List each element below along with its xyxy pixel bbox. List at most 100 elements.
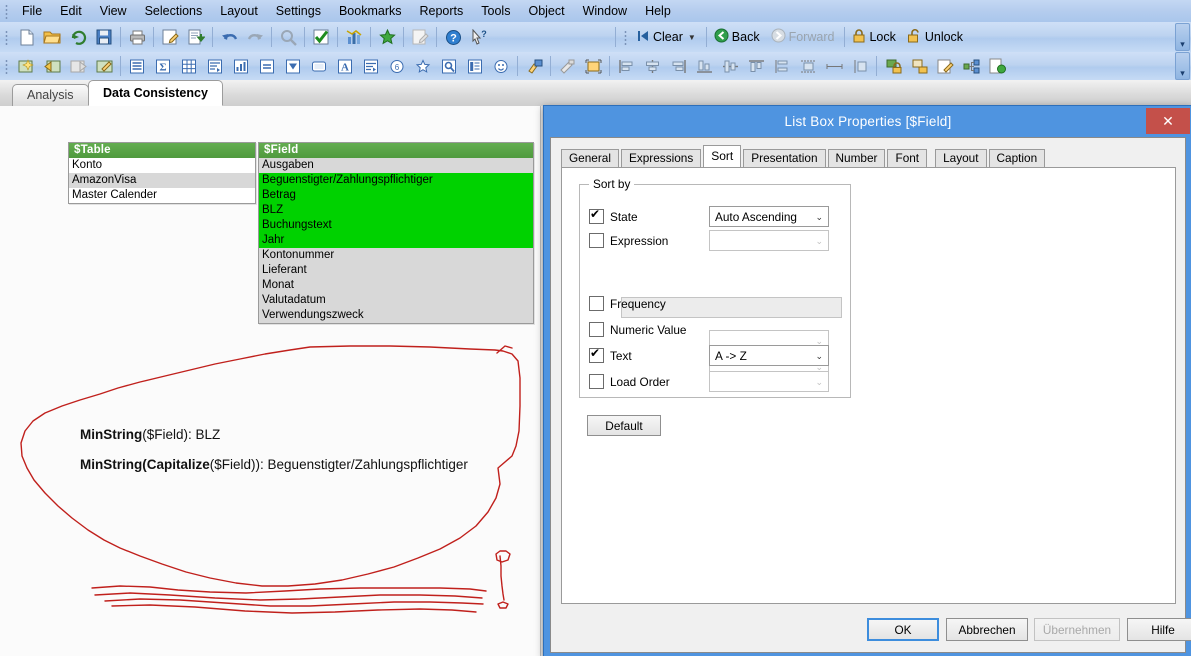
menu-help[interactable]: Help <box>636 2 680 20</box>
list-box-icon[interactable] <box>125 54 149 78</box>
text-object-icon[interactable]: A <box>333 54 357 78</box>
context-help-icon[interactable]: ? <box>467 25 491 49</box>
chevron-down-icon[interactable]: ▼ <box>688 33 696 42</box>
undo-icon[interactable] <box>217 25 241 49</box>
save-icon[interactable] <box>92 25 116 49</box>
list-box-table[interactable]: $Table Konto AmazonVisa Master Calender <box>68 142 256 204</box>
list-box-field[interactable]: $Field Ausgaben Beguenstigter/Zahlungspf… <box>258 142 534 324</box>
edit-script-icon[interactable] <box>158 25 182 49</box>
tab-sort[interactable]: Sort <box>703 145 742 167</box>
menu-file[interactable]: File <box>13 2 51 20</box>
combo-sort-state[interactable]: Auto Ascending ⌄ <box>709 206 829 227</box>
list-item[interactable]: Valutadatum <box>259 293 533 308</box>
tab-font[interactable]: Font <box>887 149 928 167</box>
align-center-v-icon[interactable] <box>718 54 742 78</box>
menu-reports[interactable]: Reports <box>411 2 473 20</box>
container-icon[interactable] <box>463 54 487 78</box>
design-toolbar-overflow-button[interactable]: ▾ <box>1175 52 1190 80</box>
bookmark-star-icon[interactable] <box>375 25 399 49</box>
table-box-icon[interactable] <box>177 54 201 78</box>
list-item[interactable]: AmazonVisa <box>69 173 255 188</box>
list-item[interactable]: Konto <box>69 158 255 173</box>
list-item[interactable]: Master Calender <box>69 188 255 203</box>
selections-toolbar-grip[interactable] <box>622 29 630 45</box>
slider-calendar-icon[interactable]: 6 <box>385 54 409 78</box>
align-right-icon[interactable] <box>666 54 690 78</box>
bookmark-object-icon[interactable] <box>411 54 435 78</box>
menu-view[interactable]: View <box>91 2 136 20</box>
menu-edit[interactable]: Edit <box>51 2 91 20</box>
line-arrow-object-icon[interactable] <box>359 54 383 78</box>
menu-tools[interactable]: Tools <box>472 2 519 20</box>
menu-bookmarks[interactable]: Bookmarks <box>330 2 411 20</box>
reload-icon[interactable] <box>66 25 90 49</box>
fit-zoom-icon[interactable] <box>581 54 605 78</box>
unlock-button[interactable]: Unlock <box>903 26 970 48</box>
checkbox-sort-numeric-value[interactable] <box>589 322 604 337</box>
align-bottom-icon[interactable] <box>692 54 716 78</box>
chart-icon[interactable] <box>342 25 366 49</box>
menu-window[interactable]: Window <box>574 2 636 20</box>
checkbox-sort-text[interactable] <box>589 346 604 363</box>
list-item[interactable]: BLZ <box>259 203 533 218</box>
search-icon[interactable] <box>276 25 300 49</box>
combo-sort-load-order[interactable]: ⌄ <box>709 371 829 392</box>
search-object-icon[interactable] <box>437 54 461 78</box>
tab-caption[interactable]: Caption <box>988 149 1046 167</box>
checkbox-sort-frequency[interactable] <box>589 296 604 311</box>
align-left-icon[interactable] <box>614 54 638 78</box>
notes-icon[interactable] <box>408 25 432 49</box>
lock-button[interactable]: Lock <box>848 26 902 48</box>
list-item[interactable]: Betrag <box>259 188 533 203</box>
statistics-box-icon[interactable]: Σ <box>151 54 175 78</box>
toolbar-overflow-button[interactable]: ▾ <box>1175 23 1190 51</box>
edit-module-icon[interactable] <box>933 54 957 78</box>
custom-object-icon[interactable] <box>489 54 513 78</box>
design-toolbar-grip[interactable] <box>3 58 11 74</box>
standard-toolbar-grip[interactable] <box>3 29 11 45</box>
sheet-properties-icon[interactable] <box>92 54 116 78</box>
list-item[interactable]: Monat <box>259 278 533 293</box>
layout-theme-icon[interactable] <box>522 54 546 78</box>
publish-icon[interactable] <box>985 54 1009 78</box>
default-button[interactable]: Default <box>587 415 661 436</box>
format-painter-icon[interactable] <box>555 54 579 78</box>
sheet-tab-data-consistency[interactable]: Data Consistency <box>88 80 223 106</box>
link-objects-icon[interactable] <box>959 54 983 78</box>
new-sheet-icon[interactable] <box>14 54 38 78</box>
chart-object-icon[interactable] <box>229 54 253 78</box>
list-item[interactable]: Buchungstext <box>259 218 533 233</box>
current-selections-icon[interactable] <box>309 25 333 49</box>
menu-selections[interactable]: Selections <box>136 2 212 20</box>
align-top-icon[interactable] <box>744 54 768 78</box>
same-width-icon[interactable] <box>822 54 846 78</box>
back-button[interactable]: Back <box>710 26 767 48</box>
menu-settings[interactable]: Settings <box>267 2 330 20</box>
unlock-object-icon[interactable] <box>907 54 931 78</box>
input-box-icon[interactable] <box>255 54 279 78</box>
dialog-title-bar[interactable]: List Box Properties [$Field] ✕ <box>544 106 1191 137</box>
redo-icon[interactable] <box>243 25 267 49</box>
checkbox-sort-load-order[interactable] <box>589 374 604 389</box>
new-icon[interactable] <box>14 25 38 49</box>
tab-expressions[interactable]: Expressions <box>620 149 702 167</box>
pivot-table-icon[interactable] <box>203 54 227 78</box>
tab-presentation[interactable]: Presentation <box>743 149 826 167</box>
list-item[interactable]: Verwendungszweck <box>259 308 533 323</box>
close-icon[interactable]: ✕ <box>1146 108 1190 134</box>
list-item[interactable]: Beguenstigter/Zahlungspflichtiger <box>259 173 533 188</box>
button-icon[interactable] <box>307 54 331 78</box>
list-item[interactable]: Lieferant <box>259 263 533 278</box>
clear-button[interactable]: Clear ▼ <box>632 27 703 48</box>
cancel-button[interactable]: Abbrechen <box>946 618 1028 641</box>
checkbox-sort-expression[interactable] <box>589 233 604 248</box>
menu-layout[interactable]: Layout <box>211 2 267 20</box>
align-center-h-icon[interactable] <box>640 54 664 78</box>
lock-object-icon[interactable] <box>881 54 905 78</box>
combo-sort-expression[interactable]: ⌄ <box>709 230 829 251</box>
combo-sort-text[interactable]: A -> Z ⌄ <box>709 345 829 366</box>
checkbox-sort-state[interactable] <box>589 207 604 224</box>
ok-button[interactable]: OK <box>867 618 939 641</box>
list-item[interactable]: Ausgaben <box>259 158 533 173</box>
tab-number[interactable]: Number <box>827 149 886 167</box>
